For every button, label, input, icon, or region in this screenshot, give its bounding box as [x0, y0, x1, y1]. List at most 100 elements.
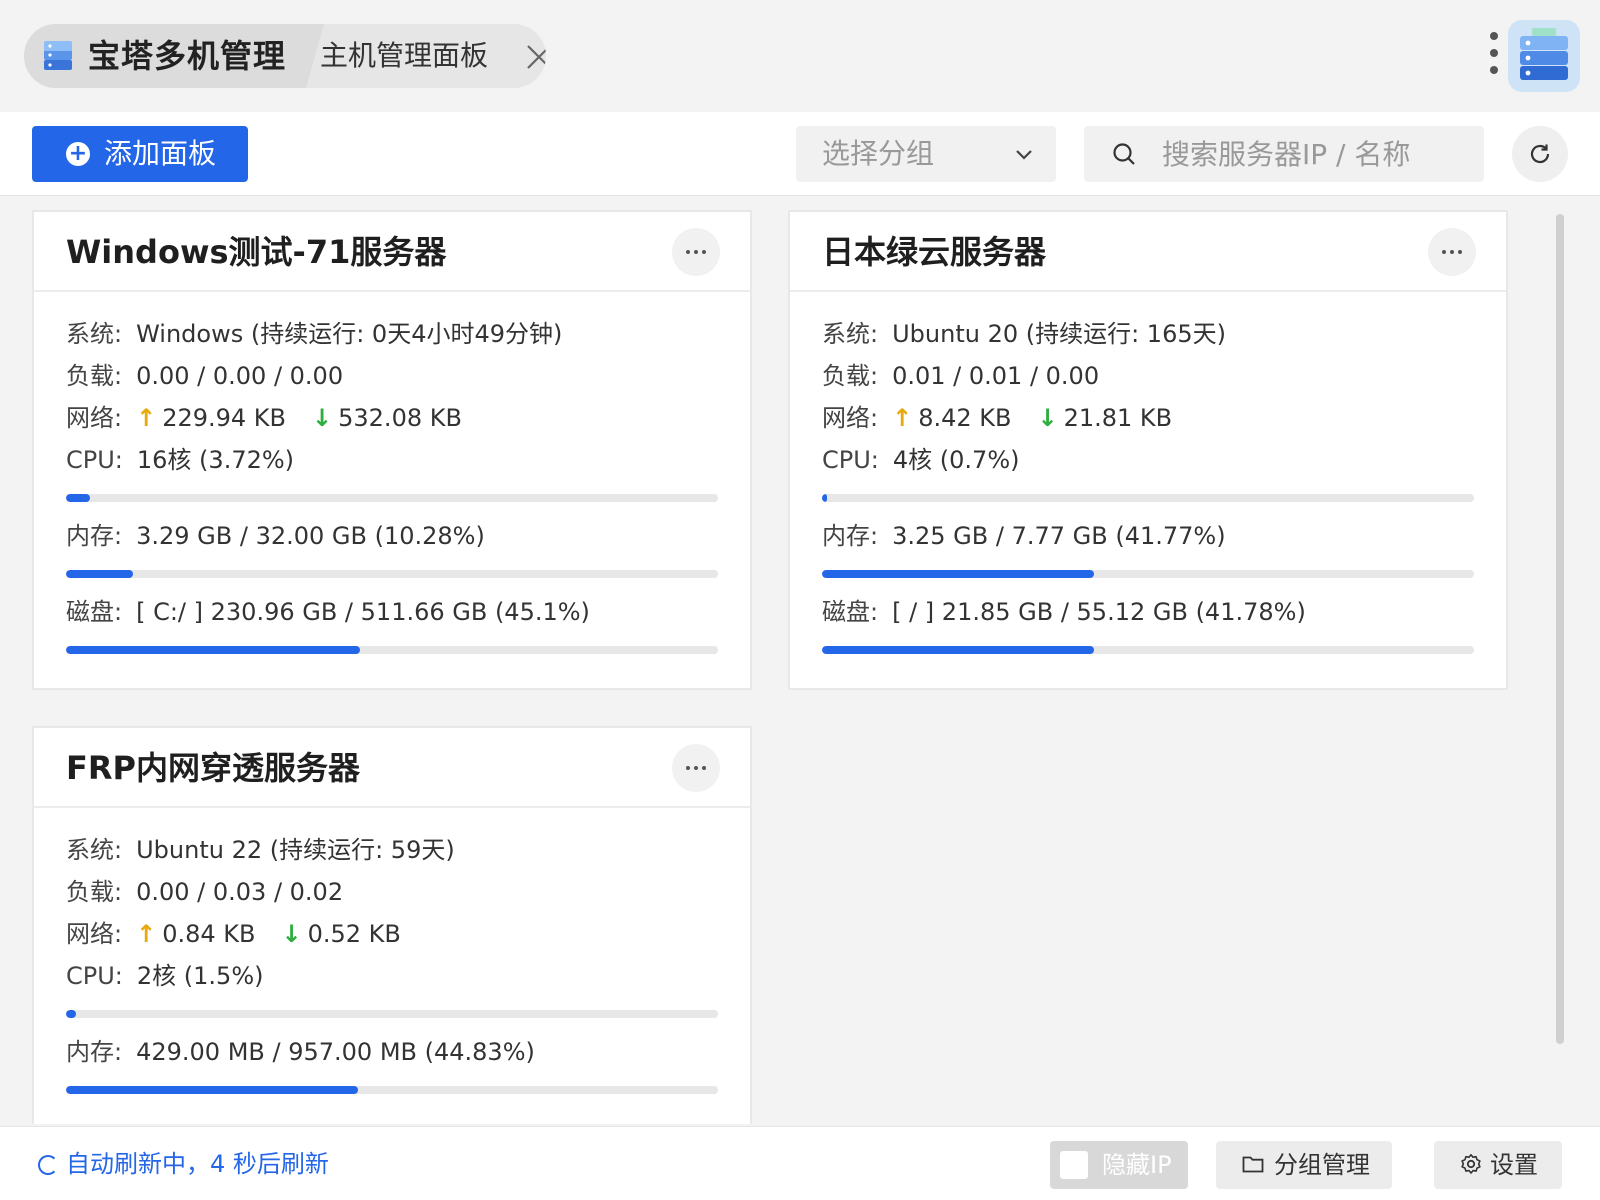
settings-label: 设置: [1490, 1151, 1538, 1179]
cpu-row: CPU: 2核 (1.5%): [66, 956, 264, 996]
system-row: 系统: Windows (持续运行: 0天4小时49分钟): [66, 314, 562, 354]
plus-circle-icon: +: [66, 142, 90, 166]
memory-progress-fill: [66, 570, 134, 578]
load-value: 0.00 / 0.00 / 0.00: [136, 362, 344, 390]
system-label: 系统:: [66, 320, 123, 348]
network-label: 网络:: [822, 404, 879, 432]
cpu-row: CPU: 16核 (3.72%): [66, 440, 294, 480]
cpu-progress-bar: [822, 494, 1474, 502]
download-value: 0.52 KB: [307, 920, 401, 948]
more-vertical-icon[interactable]: [1486, 32, 1502, 80]
more-horizontal-icon[interactable]: [672, 228, 720, 276]
memory-value: 3.25 GB / 7.77 GB (41.77%): [892, 522, 1226, 550]
group-manage-button[interactable]: 分组管理: [1216, 1141, 1392, 1189]
network-label: 网络:: [66, 920, 123, 948]
auto-refresh-text: 自动刷新中，4 秒后刷新: [66, 1150, 329, 1178]
more-horizontal-icon[interactable]: [1428, 228, 1476, 276]
cpu-value: 16核 (3.72%): [136, 446, 295, 474]
disk-label: 磁盘:: [66, 598, 123, 626]
group-manage-label: 分组管理: [1274, 1151, 1370, 1179]
memory-progress-fill: [66, 1086, 359, 1094]
more-horizontal-icon[interactable]: [672, 744, 720, 792]
memory-value: 429.00 MB / 957.00 MB (44.83%): [136, 1038, 535, 1066]
disk-row: 磁盘: [ C:/ ] 230.96 GB / 511.66 GB (45.1%): [66, 592, 590, 632]
cpu-row: CPU: 4核 (0.7%): [822, 440, 1020, 480]
network-row: 网络: ↑ 229.94 KB ↓ 532.08 KB: [66, 398, 462, 438]
search-input[interactable]: [1162, 126, 1472, 182]
avatar[interactable]: [1508, 20, 1580, 92]
download-value: 532.08 KB: [338, 404, 462, 432]
network-row: 网络: ↑ 0.84 KB ↓ 0.52 KB: [66, 914, 401, 954]
network-row: 网络: ↑ 8.42 KB ↓ 21.81 KB: [822, 398, 1172, 438]
memory-row: 内存: 429.00 MB / 957.00 MB (44.83%): [66, 1032, 535, 1072]
memory-row: 内存: 3.25 GB / 7.77 GB (41.77%): [822, 516, 1226, 556]
load-label: 负载:: [822, 362, 879, 390]
toolbar: + 添加面板 选择分组: [0, 112, 1600, 196]
auto-refresh-status[interactable]: 自动刷新中，4 秒后刷新: [38, 1127, 329, 1200]
upload-value: 0.84 KB: [162, 920, 256, 948]
memory-progress-bar: [66, 570, 718, 578]
network-label: 网络:: [66, 404, 123, 432]
disk-progress-bar: [822, 646, 1474, 654]
load-row: 负载: 0.00 / 0.03 / 0.02: [66, 872, 343, 912]
upload-value: 229.94 KB: [162, 404, 287, 432]
add-panel-button[interactable]: + 添加面板: [32, 126, 248, 182]
system-row: 系统: Ubuntu 20 (持续运行: 165天): [822, 314, 1226, 354]
cpu-progress-bar: [66, 494, 718, 502]
cpu-label: CPU:: [66, 962, 123, 990]
upload-arrow-icon: ↑: [136, 404, 157, 432]
memory-label: 内存:: [822, 522, 879, 550]
disk-progress-bar: [66, 646, 718, 654]
disk-row: 磁盘: [ / ] 21.85 GB / 55.12 GB (41.78%): [822, 592, 1306, 632]
hide-ip-toggle[interactable]: 隐藏IP: [1050, 1141, 1188, 1189]
cpu-label: CPU:: [66, 446, 123, 474]
gear-icon: [1461, 1154, 1481, 1174]
disk-progress-fill: [822, 646, 1095, 654]
server-name: 日本绿云服务器: [822, 233, 1047, 271]
settings-button[interactable]: 设置: [1434, 1141, 1562, 1189]
checkbox[interactable]: [1060, 1151, 1088, 1179]
download-arrow-icon: ↓: [281, 920, 302, 948]
server-stack-icon: [44, 41, 72, 70]
close-icon[interactable]: [524, 42, 546, 72]
system-row: 系统: Ubuntu 22 (持续运行: 59天): [66, 830, 455, 870]
server-card-header: 日本绿云服务器: [790, 212, 1506, 292]
server-card: FRP内网穿透服务器 系统: Ubuntu 22 (持续运行: 59天) 负载: 0…: [32, 726, 752, 1124]
tab-host-panel[interactable]: 主机管理面板: [320, 24, 488, 88]
add-panel-label: 添加面板: [104, 137, 217, 170]
search-box: [1084, 126, 1484, 182]
upload-value: 8.42 KB: [918, 404, 1012, 432]
refresh-icon: [1530, 144, 1550, 164]
load-label: 负载:: [66, 362, 123, 390]
memory-label: 内存:: [66, 1038, 123, 1066]
cpu-progress-fill: [66, 494, 91, 502]
cpu-progress-fill: [822, 494, 827, 502]
upload-arrow-icon: ↑: [892, 404, 913, 432]
load-row: 负载: 0.00 / 0.00 / 0.00: [66, 356, 343, 396]
memory-value: 3.29 GB / 32.00 GB (10.28%): [136, 522, 485, 550]
server-name: FRP内网穿透服务器: [66, 749, 360, 787]
footer-bar: 自动刷新中，4 秒后刷新 隐藏IP 分组管理 设置: [0, 1126, 1600, 1200]
title-bar: 宝塔多机管理 主机管理面板: [0, 0, 1600, 112]
download-value: 21.81 KB: [1063, 404, 1173, 432]
load-value: 0.00 / 0.03 / 0.02: [136, 878, 344, 906]
server-stack-icon: [1520, 28, 1568, 80]
load-label: 负载:: [66, 878, 123, 906]
scrollbar[interactable]: [1556, 214, 1564, 1044]
disk-progress-fill: [66, 646, 361, 654]
loading-spinner-icon: [38, 1155, 58, 1175]
load-value: 0.01 / 0.01 / 0.00: [892, 362, 1100, 390]
system-value: Windows (持续运行: 0天4小时49分钟): [136, 320, 563, 348]
load-row: 负载: 0.01 / 0.01 / 0.00: [822, 356, 1099, 396]
memory-progress-fill: [822, 570, 1095, 578]
server-card-header: Windows测试-71服务器: [34, 212, 750, 292]
memory-label: 内存:: [66, 522, 123, 550]
memory-progress-bar: [822, 570, 1474, 578]
app-title: 宝塔多机管理: [88, 37, 287, 75]
system-label: 系统:: [66, 836, 123, 864]
cpu-progress-fill: [66, 1010, 76, 1018]
tab-strip: 宝塔多机管理 主机管理面板: [24, 24, 546, 88]
refresh-button[interactable]: [1512, 126, 1568, 182]
group-select[interactable]: 选择分组: [796, 126, 1056, 182]
disk-value: [ / ] 21.85 GB / 55.12 GB (41.78%): [892, 598, 1306, 626]
